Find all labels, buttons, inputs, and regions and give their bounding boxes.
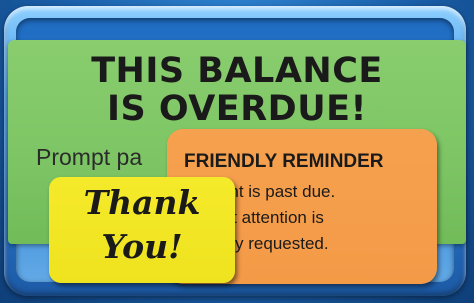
overdue-body-text: Prompt pa — [36, 144, 143, 170]
overdue-title: THIS BALANCE IS OVERDUE! — [8, 52, 466, 128]
thank-you-text: Thank You! — [49, 181, 235, 269]
thank-you-line-2: You! — [101, 227, 183, 266]
overdue-title-line-2: IS OVERDUE! — [106, 89, 368, 129]
thank-you-sticker: Thank You! — [49, 177, 235, 283]
thank-you-line-1: Thank — [83, 183, 201, 222]
reminder-title: FRIENDLY REMINDER — [184, 151, 384, 172]
overdue-title-line-1: THIS BALANCE — [91, 51, 383, 91]
